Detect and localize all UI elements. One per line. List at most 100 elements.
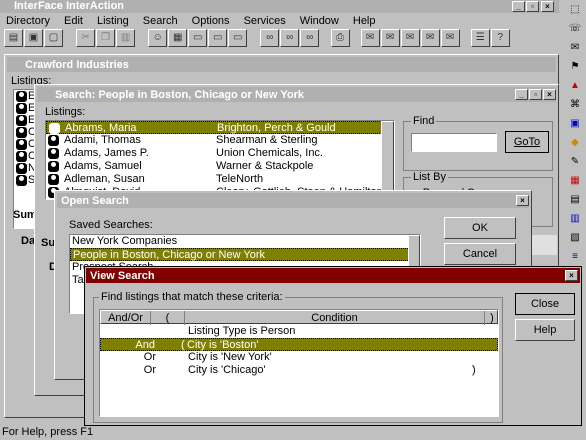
status-text: For Help, press F1 [2,426,94,438]
criteria-rows: Listing Type is Person And ( City is 'Bo… [100,325,498,377]
menu-search[interactable]: Search [143,15,178,27]
side-icon-1[interactable]: ⬚ [566,2,584,18]
crawford-title: Crawford Industries [25,59,129,71]
menu-listing[interactable]: Listing [97,15,129,27]
listing-row[interactable]: Adams, Samuel Warner & Stackpole [46,160,394,173]
saved-search-item[interactable]: New York Companies [70,235,420,248]
list-icon[interactable]: ☰ [470,29,490,47]
view-search-close-button[interactable]: × [565,270,578,281]
contact-icon[interactable]: ✉ [360,29,380,47]
page-icon[interactable]: ▢ [44,29,63,47]
criteria-grid-header: And/Or ( Condition ) [100,310,498,325]
menu-window[interactable]: Window [300,15,339,27]
criteria-row[interactable]: Or City is 'New York' [100,351,498,364]
list-by-label: List By [411,171,449,183]
printer-icon[interactable]: ⎙ [330,29,350,47]
view-search-title-bar: View Search [86,268,580,283]
listing-row[interactable]: Abrams, Maria Brighton, Perch & Gould [46,121,394,134]
new-icon[interactable]: ▤ [4,29,23,47]
contact5-icon[interactable]: ✉ [440,29,460,47]
side-icon-6[interactable]: ⌘ [566,97,584,113]
side-icon-8[interactable]: ◆ [566,135,584,151]
cancel-button[interactable]: Cancel [444,243,516,265]
listing-row[interactable]: Adami, Thomas Shearman & Sterling [46,134,394,147]
help-button[interactable]: Help [515,319,575,341]
side-icon-11[interactable]: ▤ [566,192,584,208]
side-icon-10[interactable]: ▦ [566,173,584,189]
app-title-bar: InterFace InterAction [0,0,559,13]
search-min-button[interactable]: _ [515,89,528,100]
folder3-icon[interactable]: ▭ [228,29,248,47]
paste-icon[interactable]: ▥ [116,29,136,47]
find-label: Find [411,115,437,127]
search-title-bar: Search: People in Boston, Chicago or New… [37,87,556,102]
criteria-label: Find listings that match these criteria: [99,291,285,303]
minimize-button[interactable]: _ [512,1,525,12]
search-list-scrollbar[interactable] [381,121,394,199]
side-icon-14[interactable]: ≡ [566,249,584,265]
binoculars3-icon[interactable]: ∞ [300,29,320,47]
menu-services[interactable]: Services [244,15,286,27]
view-search-title: View Search [90,270,155,282]
person-icon[interactable]: ☺ [148,29,168,47]
search-close-button[interactable]: × [543,89,556,100]
side-icon-12[interactable]: ▥ [566,211,584,227]
status-bar: For Help, press F1 [0,425,93,440]
listing-row[interactable]: Adams, James P. Union Chemicals, Inc. [46,147,394,160]
open-search-close-button[interactable]: × [516,195,529,206]
view-search-dialog: View Search × Find listings that match t… [84,266,582,426]
folder2-icon[interactable]: ▭ [208,29,228,47]
menu-help[interactable]: Help [353,15,376,27]
binoculars2-icon[interactable]: ∞ [280,29,300,47]
menu-directory[interactable]: Directory [6,15,50,27]
criteria-grid[interactable]: And/Or ( Condition ) Listing Type is Per… [99,309,499,417]
col-open-paren: ( [151,311,185,325]
side-icon-13[interactable]: ▧ [566,230,584,246]
folder-icon[interactable]: ▭ [188,29,208,47]
search-sum-tab[interactable]: Su [41,237,55,249]
side-icon-2[interactable]: ☏ [566,21,584,37]
copy-icon[interactable]: ❐ [96,29,116,47]
side-icon-5[interactable]: ▲ [566,78,584,94]
col-condition: Condition [185,311,485,325]
contact4-icon[interactable]: ✉ [420,29,440,47]
ok-button[interactable]: OK [444,217,516,239]
col-close-paren: ) [490,312,494,324]
find-input[interactable] [411,133,497,152]
cut-icon[interactable]: ✂ [76,29,96,47]
side-icon-3[interactable]: ✉ [566,40,584,56]
side-icon-9[interactable]: ✎ [566,154,584,170]
search-listings-label: Listings: [45,106,86,118]
crawford-da-label: Da [21,235,36,247]
menu-options[interactable]: Options [192,15,230,27]
search-title: Search: People in Boston, Chicago or New… [55,89,304,101]
close-button[interactable]: × [541,1,554,12]
side-icon-4[interactable]: ⚑ [566,59,584,75]
toolbar: ▤ ▣ ▢ ✂ ❐ ▥ ☺ ▦ ▭ ▭ ▭ ∞ ∞ ∞ ⎙ ✉ ✉ ✉ ✉ ✉ ☰? [4,29,559,49]
menu-edit[interactable]: Edit [64,15,83,27]
open-search-title-bar: Open Search [57,193,529,208]
criteria-row[interactable]: And ( City is 'Boston' [100,338,498,351]
search-max-button[interactable]: ▫ [529,89,542,100]
listing-row[interactable]: Adleman, Susan TeleNorth [46,173,394,186]
contact2-icon[interactable]: ✉ [380,29,400,47]
close-dialog-button[interactable]: Close [515,293,575,315]
search-listings-list[interactable]: Abrams, Maria Brighton, Perch & Gould Ada… [45,120,395,200]
saved-search-item[interactable]: People in Boston, Chicago or New York [70,248,420,261]
col-andor: And/Or [101,311,151,325]
saved-searches-label: Saved Searches: [69,219,153,231]
open-search-title: Open Search [61,195,129,207]
goto-button[interactable]: GoTo [505,131,549,153]
help-icon[interactable]: ? [490,29,510,47]
app-title: InterFace InterAction [14,0,125,12]
restore-button[interactable]: ▫ [526,1,539,12]
criteria-row[interactable]: Or City is 'Chicago' ) [100,364,498,377]
company-icon[interactable]: ▦ [168,29,188,47]
menu-bar: Directory Edit Listing Search Options Service… [6,14,390,28]
crawford-title-bar: Crawford Industries [7,57,556,72]
contact3-icon[interactable]: ✉ [400,29,420,47]
binoculars-icon[interactable]: ∞ [260,29,280,47]
print-icon[interactable]: ▣ [24,29,43,47]
side-icon-7[interactable]: ▣ [566,116,584,132]
criteria-row[interactable]: Listing Type is Person [100,325,498,338]
